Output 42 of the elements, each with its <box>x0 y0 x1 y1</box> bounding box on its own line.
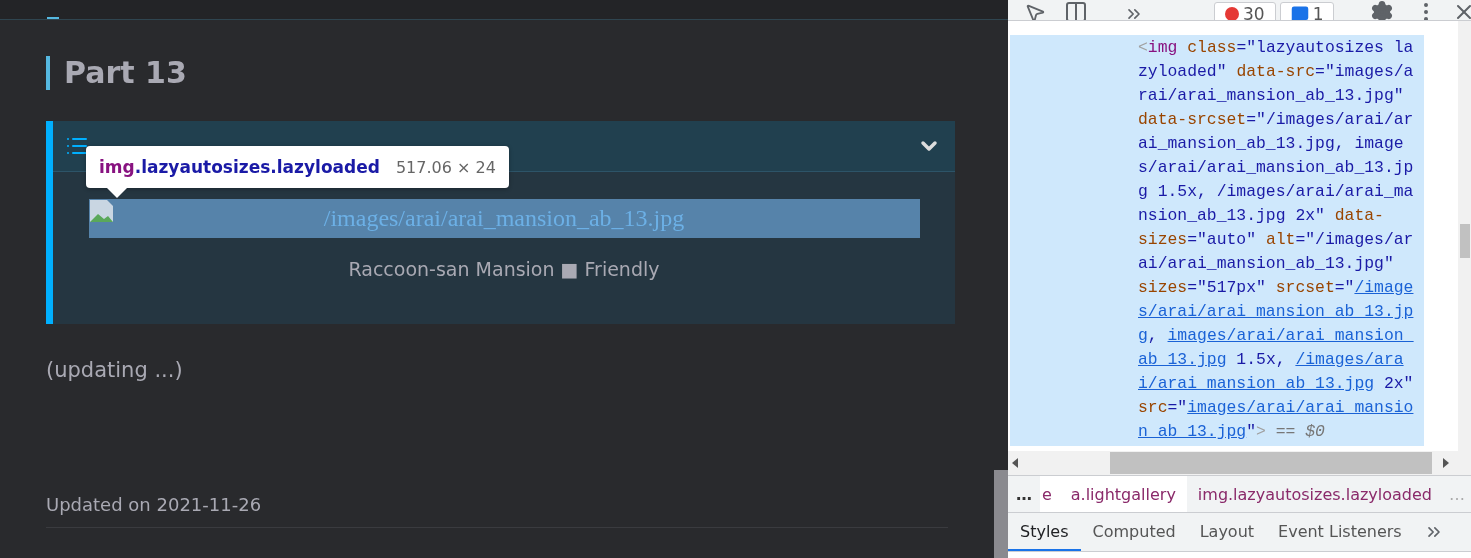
code-line: rai/arai_mansion_ab_13.jpg" <box>1138 85 1405 107</box>
code-line: g 1.5x, /images/arai/arai_ma <box>1138 181 1415 203</box>
section-heading: Part 13 <box>46 56 187 90</box>
code-line: s/arai/arai_mansion_ab_13.jp <box>1138 301 1415 323</box>
code-line: ai/arai_mansion_ab_13.jpg" <box>1138 253 1395 275</box>
panel-tab[interactable]: Styles <box>1008 513 1081 551</box>
code-line: data-srcset="/images/arai/ar <box>1138 109 1415 131</box>
horizontal-scrollbar[interactable] <box>1008 451 1471 476</box>
updated-date: Updated on 2021-11-26 <box>46 494 948 528</box>
panel-tab[interactable]: Computed <box>1080 513 1188 551</box>
code-line: ai_mansion_ab_13.jpg, image <box>1138 133 1405 155</box>
code-line: src="images/arai/arai_mansio <box>1138 397 1415 419</box>
message-icon <box>1290 5 1309 20</box>
scrollbar-thumb[interactable] <box>994 470 1008 558</box>
code-line: zyloaded" data-src="images/a <box>1138 61 1415 83</box>
updating-note: (updating ...) <box>46 358 184 382</box>
code-line: sizes="517px" srcset="/image <box>1138 277 1415 299</box>
code-line: ab_13.jpg 1.5x, /images/ara <box>1138 349 1405 371</box>
panel-tab[interactable]: Layout <box>1187 513 1267 551</box>
scroll-right-icon[interactable] <box>1441 457 1451 469</box>
code-line: sizes="auto" alt="/images/ar <box>1138 229 1415 251</box>
image-caption: Raccoon-san Mansion ■ Friendly <box>348 258 660 280</box>
tooltip-selector: img.lazyautosizes.lazyloaded <box>99 157 380 177</box>
code-line: i/arai_mansion_ab_13.jpg 2x" <box>1138 373 1415 395</box>
message-count-button[interactable]: 1 <box>1279 2 1335 20</box>
device-toggle-icon[interactable] <box>1064 0 1088 20</box>
scroll-left-icon[interactable] <box>1010 457 1020 469</box>
vertical-scrollbar[interactable] <box>1458 21 1471 451</box>
code-line: nsion_ab_13.jpg 2x" data- <box>1138 205 1385 227</box>
settings-icon[interactable] <box>1370 0 1395 20</box>
code-line: <img class="lazyautosizes la <box>1138 37 1415 59</box>
inspect-icon[interactable] <box>1024 2 1046 20</box>
broken-image-icon <box>88 199 115 223</box>
breadcrumb[interactable]: e <box>1039 476 1060 512</box>
panel-tab[interactable]: Event Listeners <box>1266 513 1414 551</box>
code-line: n_ab_13.jpg"> == $0 <box>1138 421 1326 443</box>
breadcrumb[interactable]: a.lightgallery <box>1059 476 1187 512</box>
error-count-button[interactable]: 30 <box>1214 2 1276 20</box>
code-line: s/arai/arai_mansion_ab_13.jp <box>1138 157 1415 179</box>
selected-node[interactable] <box>1010 35 1424 446</box>
tooltip-size: 517.06 × 24 <box>395 157 496 177</box>
code-line: g, images/arai/arai_mansion_ <box>1138 325 1415 347</box>
